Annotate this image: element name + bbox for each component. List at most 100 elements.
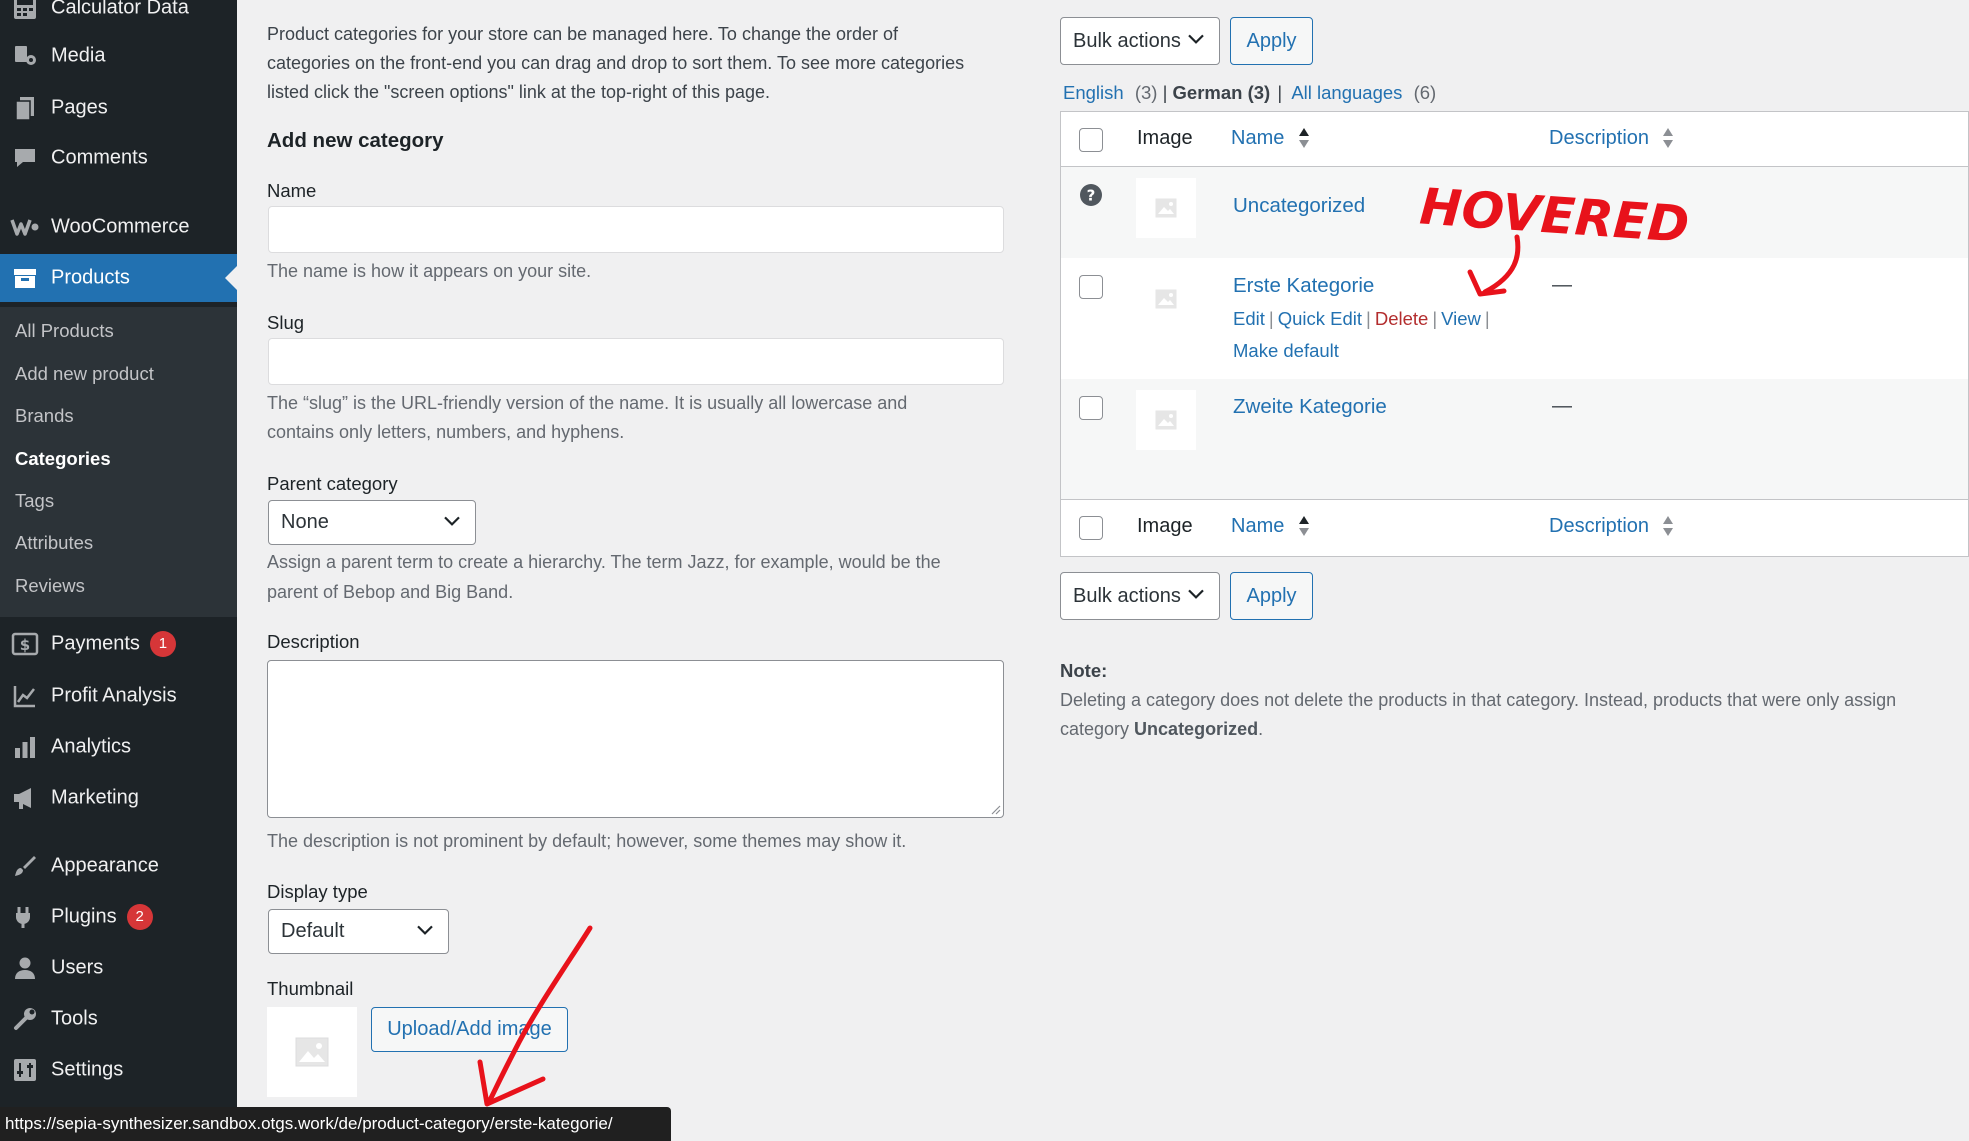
category-name-link[interactable]: Zweite Kategorie [1233, 395, 1387, 419]
bulk-actions-select-top[interactable]: Bulk actions [1060, 17, 1220, 65]
row-checkbox[interactable] [1079, 275, 1103, 299]
menu-item-products[interactable]: Products [0, 254, 237, 302]
svg-text:?: ? [1087, 187, 1096, 205]
category-name-link[interactable]: Uncategorized [1233, 194, 1365, 218]
separator: | [1484, 308, 1490, 329]
sort-indicator-icon[interactable] [1662, 126, 1674, 155]
users-icon [10, 953, 40, 983]
submenu-attributes[interactable]: Attributes [15, 532, 93, 554]
menu-item-appearance[interactable]: Appearance [0, 842, 237, 890]
menu-item-media[interactable]: Media [0, 32, 237, 80]
add-category-heading: Add new category [267, 129, 444, 152]
analytics-icon [10, 732, 40, 762]
submenu-tags[interactable]: Tags [15, 490, 54, 512]
resize-handle-icon[interactable] [989, 803, 1001, 815]
delete-link[interactable]: Delete [1375, 308, 1428, 329]
chevron-down-icon [1187, 28, 1205, 51]
comments-icon [10, 143, 40, 173]
separator: | [1432, 308, 1438, 329]
calculator-icon [10, 0, 40, 23]
submenu-brands[interactable]: Brands [15, 405, 74, 427]
parent-category-value: None [281, 511, 329, 533]
language-all-link[interactable]: All languages [1291, 82, 1402, 103]
pages-icon [10, 93, 40, 123]
category-name-link[interactable]: Erste Kategorie [1233, 274, 1374, 298]
plugins-icon [10, 902, 40, 932]
menu-label: Appearance [51, 854, 159, 877]
sort-indicator-icon[interactable] [1298, 126, 1310, 155]
categories-table: Image Name Description ? Uncategorized E… [1060, 111, 1969, 557]
media-icon [10, 41, 40, 71]
menu-item-calculator-data[interactable]: Calculator Data [0, 0, 237, 32]
menu-label: Settings [51, 1058, 124, 1081]
image-placeholder-icon [1155, 198, 1177, 218]
column-image: Image [1137, 515, 1193, 537]
submenu-reviews[interactable]: Reviews [15, 575, 85, 597]
column-name-sort[interactable]: Name [1231, 127, 1284, 150]
edit-link[interactable]: Edit [1233, 308, 1265, 329]
slug-help-line: The “slug” is the URL-friendly version o… [267, 393, 908, 413]
slug-input[interactable] [268, 338, 1004, 385]
menu-item-profit-analysis[interactable]: Profit Analysis [0, 672, 237, 720]
separator: | [1268, 308, 1274, 329]
statusbar-arrow-head [477, 1059, 546, 1107]
menu-item-plugins[interactable]: Plugins 2 [0, 893, 237, 941]
menu-item-analytics[interactable]: Analytics [0, 723, 237, 771]
image-placeholder-icon [295, 1037, 329, 1067]
image-placeholder-icon [1155, 289, 1177, 309]
submenu-categories[interactable]: Categories [15, 448, 111, 470]
svg-text:$: $ [20, 636, 30, 654]
parent-category-select[interactable]: None [268, 500, 476, 545]
menu-item-payments[interactable]: $ Payments 1 [0, 620, 237, 668]
menu-item-woocommerce[interactable]: WooCommerce [0, 203, 237, 251]
sort-indicator-icon[interactable] [1298, 514, 1310, 543]
apply-button-bottom[interactable]: Apply [1230, 572, 1313, 620]
column-image: Image [1137, 127, 1193, 149]
view-link[interactable]: View [1441, 308, 1481, 329]
table-row: Zweite Kategorie — [1061, 379, 1968, 499]
name-help: The name is how it appears on your site. [267, 261, 592, 281]
column-name-sort[interactable]: Name [1231, 515, 1284, 538]
upload-image-button[interactable]: Upload/Add image [371, 1007, 568, 1052]
description-label: Description [267, 631, 360, 652]
menu-item-tools[interactable]: Tools [0, 995, 237, 1043]
parent-help-line: parent of Bebop and Big Band. [267, 582, 514, 602]
row-actions: Edit | Quick Edit | Delete | View | [1233, 308, 1494, 330]
note-text-line: Deleting a category does not delete the … [1060, 690, 1897, 710]
apply-button-top[interactable]: Apply [1230, 17, 1313, 65]
column-description-sort[interactable]: Description [1549, 127, 1649, 150]
menu-label: Payments 1 [51, 631, 176, 657]
description-textarea[interactable] [267, 660, 1004, 818]
select-all-checkbox[interactable] [1079, 128, 1103, 152]
select-all-checkbox[interactable] [1079, 516, 1103, 540]
menu-item-pages[interactable]: Pages [0, 84, 237, 132]
profit-analysis-icon [10, 681, 40, 711]
row-checkbox[interactable] [1079, 396, 1103, 420]
language-german-count: (3) [1247, 82, 1271, 103]
submenu-all-products[interactable]: All Products [15, 320, 114, 342]
menu-item-marketing[interactable]: Marketing [0, 774, 237, 822]
image-placeholder-icon [1155, 410, 1177, 430]
language-all-count: (6) [1413, 82, 1437, 103]
name-input[interactable] [268, 206, 1004, 253]
thumbnail-preview [267, 1007, 357, 1097]
slug-label: Slug [267, 312, 305, 333]
menu-item-settings[interactable]: Settings [0, 1046, 237, 1094]
menu-label: Tools [51, 1007, 98, 1030]
display-type-select[interactable]: Default [268, 909, 449, 954]
separator: | [1366, 308, 1371, 329]
bulk-actions-select-bottom[interactable]: Bulk actions [1060, 572, 1220, 620]
quick-edit-link[interactable]: Quick Edit [1278, 308, 1362, 329]
menu-item-users[interactable]: Users [0, 944, 237, 992]
make-default-link[interactable]: Make default [1233, 340, 1339, 361]
language-english-link[interactable]: English [1063, 82, 1124, 103]
chevron-down-icon [1187, 583, 1205, 606]
separator: | [1162, 82, 1168, 103]
menu-item-comments[interactable]: Comments [0, 134, 237, 182]
sort-indicator-icon[interactable] [1662, 514, 1674, 543]
menu-label: Products [51, 266, 130, 289]
category-description: — [1552, 274, 1572, 296]
column-description-sort[interactable]: Description [1549, 515, 1649, 538]
submenu-add-new-product[interactable]: Add new product [15, 363, 154, 385]
help-question-icon: ? [1079, 183, 1103, 212]
